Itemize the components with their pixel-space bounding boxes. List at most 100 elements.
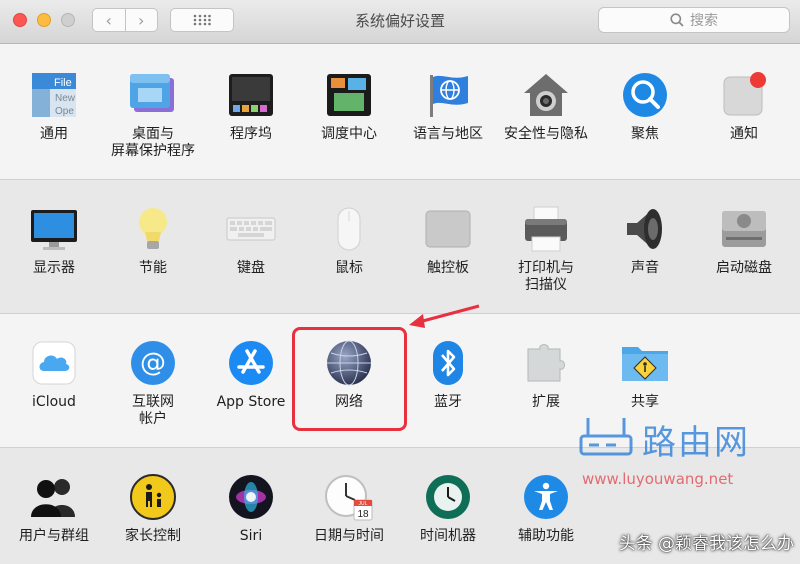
pref-label: 互联网 帐户	[132, 394, 174, 427]
pref-extensions[interactable]: 扩展	[498, 338, 594, 411]
pref-label: 程序坞	[230, 126, 272, 142]
pref-label: 时间机器	[420, 528, 476, 544]
pref-label: 打印机与 扫描仪	[518, 260, 574, 293]
pref-label: 调度中心	[321, 126, 377, 142]
pref-label: 触控板	[427, 260, 469, 276]
pref-time-machine[interactable]: 时间机器	[400, 472, 496, 545]
pref-bluetooth[interactable]: 蓝牙	[400, 338, 496, 411]
desktop-icon	[130, 74, 174, 112]
pref-label: 共享	[631, 394, 659, 410]
svg-text:18: 18	[357, 509, 369, 520]
search-field[interactable]: 搜索	[598, 7, 790, 33]
pref-printers-scanners[interactable]: 打印机与 扫描仪	[498, 204, 594, 294]
magnifier-icon	[623, 73, 667, 117]
pref-parental-controls[interactable]: 家长控制	[105, 472, 201, 545]
pref-label: 桌面与 屏幕保护程序	[111, 126, 195, 159]
pref-dock[interactable]: 程序坞	[203, 70, 299, 143]
bluetooth-icon	[433, 341, 463, 385]
pref-label: 鼠标	[335, 260, 363, 276]
users-icon	[31, 479, 75, 517]
pref-accessibility[interactable]: 辅助功能	[498, 472, 594, 545]
keyboard-icon	[226, 217, 276, 241]
watermark-credit: 头条 @颖睿我该怎么办	[618, 534, 794, 554]
pref-general[interactable]: File New Ope 通用	[6, 70, 102, 143]
notification-icon	[723, 72, 766, 116]
pref-label: 安全性与隐私	[504, 126, 588, 142]
pref-label: 蓝牙	[434, 394, 462, 410]
pref-internet-accounts[interactable]: @ 互联网 帐户	[105, 338, 201, 428]
pref-trackpad[interactable]: 触控板	[400, 204, 496, 277]
mission-control-icon	[327, 74, 371, 116]
pref-mission-control[interactable]: 调度中心	[301, 70, 397, 143]
svg-text:@: @	[140, 348, 166, 378]
svg-text:JUL: JUL	[359, 501, 368, 507]
at-icon: @	[131, 341, 175, 385]
watermark-logo: 路由网	[578, 414, 750, 464]
pref-label: App Store	[216, 394, 286, 410]
folder-icon	[622, 347, 668, 381]
parental-icon	[130, 474, 176, 520]
cloud-icon	[32, 341, 76, 385]
time-machine-icon	[426, 475, 470, 519]
printer-icon	[525, 206, 567, 252]
puzzle-icon	[527, 344, 565, 382]
pref-label: 扩展	[532, 394, 560, 410]
highlight-box	[292, 327, 407, 431]
pref-label: 启动磁盘	[716, 260, 772, 276]
pref-energy-saver[interactable]: 节能	[105, 204, 201, 277]
pref-row-hardware: 显示器 节能 键盘 鼠标 触控板 打印机与 扫描仪 声音 启动磁盘	[0, 180, 800, 314]
pref-label: 通用	[40, 126, 68, 142]
monitor-icon	[31, 210, 77, 250]
siri-icon	[229, 475, 273, 519]
pref-security-privacy[interactable]: 安全性与隐私	[498, 70, 594, 143]
pref-label: 日期与时间	[314, 528, 384, 544]
flag-icon	[430, 75, 468, 117]
pref-label: 显示器	[33, 260, 75, 276]
accessibility-icon	[524, 475, 568, 519]
pref-label: 辅助功能	[518, 528, 574, 544]
speaker-icon	[627, 209, 662, 249]
pref-displays[interactable]: 显示器	[6, 204, 102, 277]
pref-label: iCloud	[32, 394, 76, 410]
arrow-icon	[409, 304, 480, 328]
search-placeholder: 搜索	[690, 13, 718, 29]
pref-label: 键盘	[237, 260, 265, 276]
pref-label: Siri	[239, 528, 263, 544]
pref-label: 声音	[631, 260, 659, 276]
pref-label: 节能	[139, 260, 167, 276]
pref-sharing[interactable]: 共享	[597, 338, 693, 411]
pref-notifications[interactable]: 通知	[696, 70, 792, 143]
search-icon	[670, 13, 684, 27]
pref-label: 家长控制	[125, 528, 181, 544]
trackpad-icon	[425, 210, 471, 248]
pref-label: 语言与地区	[413, 126, 483, 142]
pref-date-time[interactable]: JUL 18 日期与时间	[301, 472, 397, 545]
clock-icon: JUL 18	[325, 475, 373, 521]
pref-language-region[interactable]: 语言与地区	[400, 70, 496, 143]
pref-startup-disk[interactable]: 启动磁盘	[696, 204, 792, 277]
svg-text:Ope: Ope	[55, 106, 74, 117]
pref-label: 通知	[730, 126, 758, 142]
pref-mouse[interactable]: 鼠标	[301, 204, 397, 277]
dock-icon	[229, 74, 273, 116]
pref-label: 聚焦	[631, 126, 659, 142]
watermark-site-name: 路由网	[642, 422, 750, 463]
pref-spotlight[interactable]: 聚焦	[597, 70, 693, 143]
pref-label: 用户与群组	[19, 528, 89, 544]
watermark-url: www.luyouwang.net	[582, 470, 734, 488]
pref-row-personal: File New Ope 通用 桌面与 屏幕保护程序 程序坞 调度中心 语言与地…	[0, 44, 800, 180]
house-icon	[524, 74, 568, 116]
pref-app-store[interactable]: App Store	[203, 338, 299, 411]
pref-keyboard[interactable]: 键盘	[203, 204, 299, 277]
title-bar: ‹ › 系统偏好设置 搜索	[0, 0, 800, 44]
pref-siri[interactable]: Siri	[203, 472, 299, 545]
bulb-icon	[139, 208, 167, 249]
pref-sound[interactable]: 声音	[597, 204, 693, 277]
app-store-icon	[229, 341, 273, 385]
router-icon	[579, 418, 633, 456]
pref-desktop-screensaver[interactable]: 桌面与 屏幕保护程序	[105, 70, 201, 160]
pref-users-groups[interactable]: 用户与群组	[6, 472, 102, 545]
mouse-icon	[337, 207, 361, 251]
svg-text:New: New	[55, 93, 76, 104]
pref-icloud[interactable]: iCloud	[6, 338, 102, 411]
